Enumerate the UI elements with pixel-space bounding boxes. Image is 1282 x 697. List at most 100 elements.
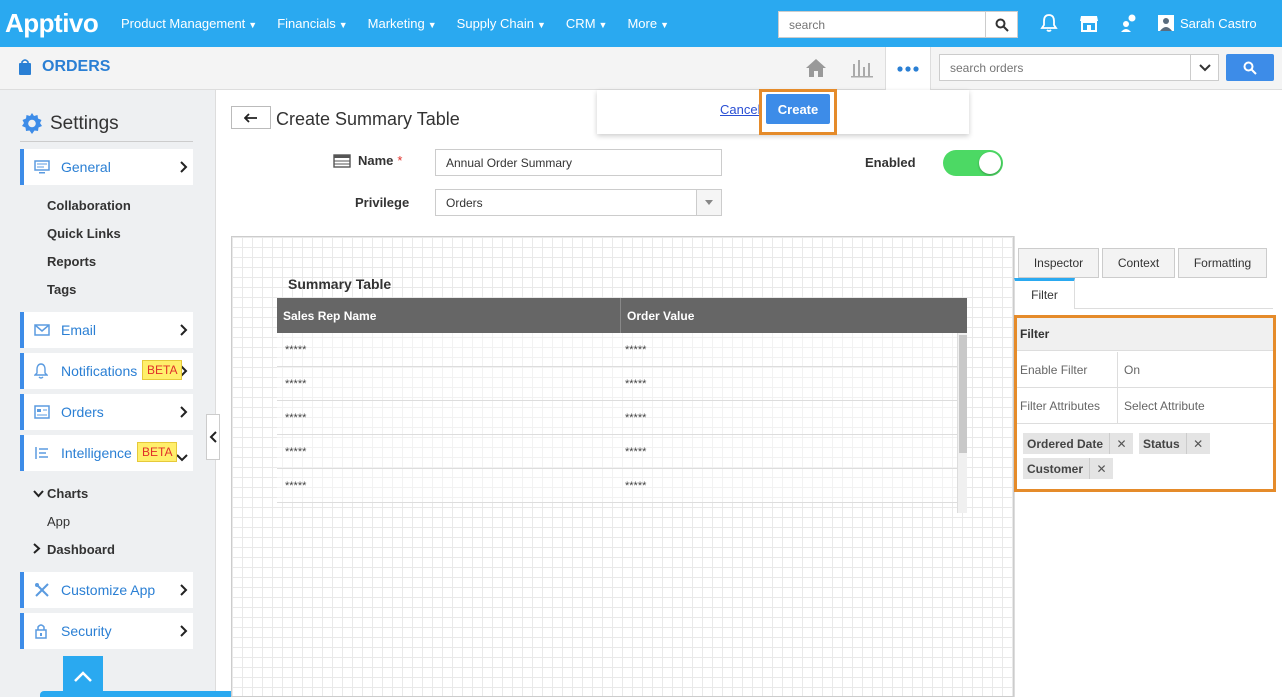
scrollbar-thumb[interactable]: [959, 335, 967, 453]
table-cell: *****: [285, 479, 307, 492]
tab-context[interactable]: Context: [1102, 248, 1175, 278]
nav-crm[interactable]: CRM ▼: [566, 16, 608, 31]
chevron-right-icon: [33, 543, 41, 554]
sidebar-item-orders[interactable]: Orders: [20, 394, 193, 430]
bar-chart-icon[interactable]: [839, 47, 885, 89]
tab-formatting[interactable]: Formatting: [1178, 248, 1267, 278]
chevron-right-icon: [180, 323, 188, 339]
privilege-select[interactable]: Orders: [435, 189, 722, 216]
nav-product-management[interactable]: Product Management ▼: [121, 16, 257, 31]
toggle-knob: [979, 152, 1001, 174]
mail-icon: [34, 324, 52, 336]
top-navbar: Apptivo Product Management ▼ Financials ▼ …: [0, 0, 1282, 47]
caret-down-icon: ▼: [660, 20, 669, 30]
close-icon[interactable]: ✕: [1185, 433, 1210, 454]
filter-chip-customer: Customer ✕: [1023, 458, 1114, 479]
caret-down-icon: ▼: [537, 20, 546, 30]
close-icon[interactable]: ✕: [1109, 433, 1133, 454]
orders-search: [939, 54, 1219, 81]
chevron-right-icon: [180, 583, 188, 599]
lock-icon: [34, 623, 52, 639]
close-icon[interactable]: ✕: [1089, 458, 1113, 479]
orders-search-button[interactable]: [1226, 54, 1274, 81]
sidebar-item-customize-app[interactable]: Customize App: [20, 572, 193, 608]
search-filter-dropdown[interactable]: [1190, 55, 1218, 80]
sidebar-item-email[interactable]: Email: [20, 312, 193, 348]
sidebar-item-quick-links[interactable]: Quick Links: [47, 226, 121, 241]
app-title[interactable]: ORDERS: [18, 58, 110, 76]
create-button[interactable]: Create: [766, 94, 830, 124]
sidebar-item-tags[interactable]: Tags: [47, 282, 76, 297]
arrow-left-icon: [244, 112, 257, 123]
name-label: Name *: [333, 153, 402, 168]
name-input[interactable]: Annual Order Summary: [435, 149, 722, 176]
column-header-sales-rep[interactable]: Sales Rep Name: [277, 298, 621, 333]
nav-supply-chain[interactable]: Supply Chain ▼: [457, 16, 546, 31]
sidebar-item-collaboration[interactable]: Collaboration: [47, 198, 131, 213]
table-cell: *****: [285, 377, 307, 390]
enabled-toggle[interactable]: [943, 150, 1003, 176]
bell-icon: [34, 363, 52, 379]
table-cell: *****: [625, 411, 647, 424]
filter-attributes-row: Filter Attributes Select Attribute: [1017, 388, 1273, 424]
bell-icon[interactable]: [1038, 12, 1060, 34]
cancel-link[interactable]: Cancel: [720, 102, 760, 117]
table-row: ***** *****: [277, 401, 967, 435]
sidebar-item-dashboard[interactable]: Dashboard: [33, 542, 115, 557]
orders-search-input[interactable]: [940, 55, 1190, 80]
table-cell: *****: [625, 377, 647, 390]
user-menu[interactable]: Sarah Castro: [1158, 15, 1257, 31]
apptivo-logo[interactable]: Apptivo: [5, 8, 113, 39]
user-name: Sarah Castro: [1180, 15, 1257, 31]
home-icon[interactable]: [793, 47, 839, 89]
privilege-value: Orders: [446, 195, 483, 210]
app-bar: ORDERS: [0, 47, 1282, 90]
summary-table-title: Summary Table: [288, 276, 392, 292]
sidebar-item-reports[interactable]: Reports: [47, 254, 96, 269]
sidebar-item-security[interactable]: Security: [20, 613, 193, 649]
users-icon[interactable]: [1118, 12, 1140, 34]
gear-icon: [22, 113, 42, 134]
global-search-input[interactable]: [779, 12, 985, 37]
sidebar-item-general[interactable]: General: [20, 149, 193, 185]
shopping-bag-icon: [19, 59, 31, 75]
nav-marketing[interactable]: Marketing ▼: [368, 16, 437, 31]
sidebar-item-charts[interactable]: Charts: [33, 486, 88, 501]
filter-chip-ordered-date: Ordered Date ✕: [1023, 433, 1134, 454]
caret-down-icon: ▼: [338, 20, 348, 30]
orders-icon: [34, 405, 52, 419]
nav-more[interactable]: More ▼: [627, 16, 669, 31]
store-icon[interactable]: [1078, 12, 1100, 34]
monitor-icon: [34, 160, 52, 174]
select-attribute-dropdown[interactable]: Select Attribute: [1118, 388, 1205, 423]
table-row: ***** *****: [277, 367, 967, 401]
enable-filter-value[interactable]: On: [1118, 352, 1140, 387]
enable-filter-row: Enable Filter On: [1017, 352, 1273, 388]
table-scrollbar[interactable]: [957, 333, 967, 513]
enable-filter-label: Enable Filter: [1017, 352, 1118, 387]
table-header: Sales Rep Name Order Value: [277, 298, 967, 333]
search-button[interactable]: [985, 12, 1017, 37]
tools-icon: [34, 582, 52, 598]
filter-chip-status: Status ✕: [1139, 433, 1210, 454]
back-button[interactable]: [231, 106, 271, 129]
chevron-down-icon: [33, 490, 44, 498]
sidebar-item-app[interactable]: App: [47, 514, 70, 529]
chevron-right-icon: [180, 160, 188, 176]
chevron-down-icon: [1198, 63, 1211, 71]
chevron-right-icon: [180, 624, 188, 640]
caret-down-icon: ▼: [598, 20, 608, 30]
subtab-filter[interactable]: Filter: [1014, 278, 1075, 309]
search-icon: [1243, 61, 1257, 75]
collapse-sidebar-button[interactable]: [206, 414, 220, 460]
table-cell: *****: [625, 479, 647, 492]
summary-table[interactable]: Sales Rep Name Order Value ***** ***** **…: [277, 298, 967, 503]
divider: [20, 141, 193, 142]
more-options-icon[interactable]: [885, 47, 931, 90]
column-header-order-value[interactable]: Order Value: [621, 298, 694, 333]
tab-inspector[interactable]: Inspector: [1018, 248, 1099, 278]
caret-down-icon: ▼: [248, 20, 258, 30]
table-row: ***** *****: [277, 469, 967, 503]
nav-financials[interactable]: Financials ▼: [277, 16, 347, 31]
enabled-label: Enabled: [865, 155, 916, 170]
